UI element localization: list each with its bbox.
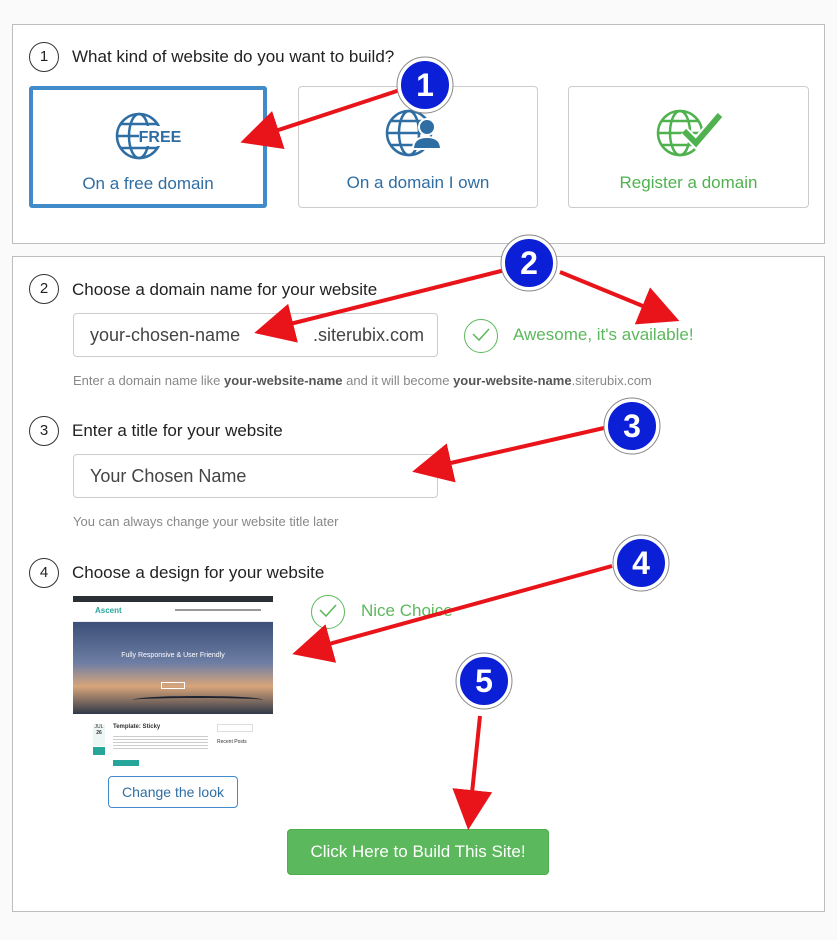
svg-text:5: 5 — [475, 663, 493, 699]
badge-2: 2 — [500, 234, 558, 292]
arrow-2a — [254, 268, 506, 343]
annotation-arrows — [240, 88, 680, 830]
svg-text:4: 4 — [632, 545, 650, 581]
svg-text:2: 2 — [520, 245, 538, 281]
badge-3: 3 — [603, 397, 661, 455]
badge-1: 1 — [396, 56, 454, 114]
arrow-3 — [412, 426, 605, 483]
arrow-4 — [292, 564, 613, 663]
arrow-2b — [559, 270, 680, 325]
svg-text:3: 3 — [623, 408, 641, 444]
svg-text:1: 1 — [416, 67, 434, 103]
badge-5: 5 — [455, 652, 513, 710]
badge-4: 4 — [612, 534, 670, 592]
arrow-1 — [240, 88, 401, 149]
arrow-5 — [452, 715, 493, 830]
